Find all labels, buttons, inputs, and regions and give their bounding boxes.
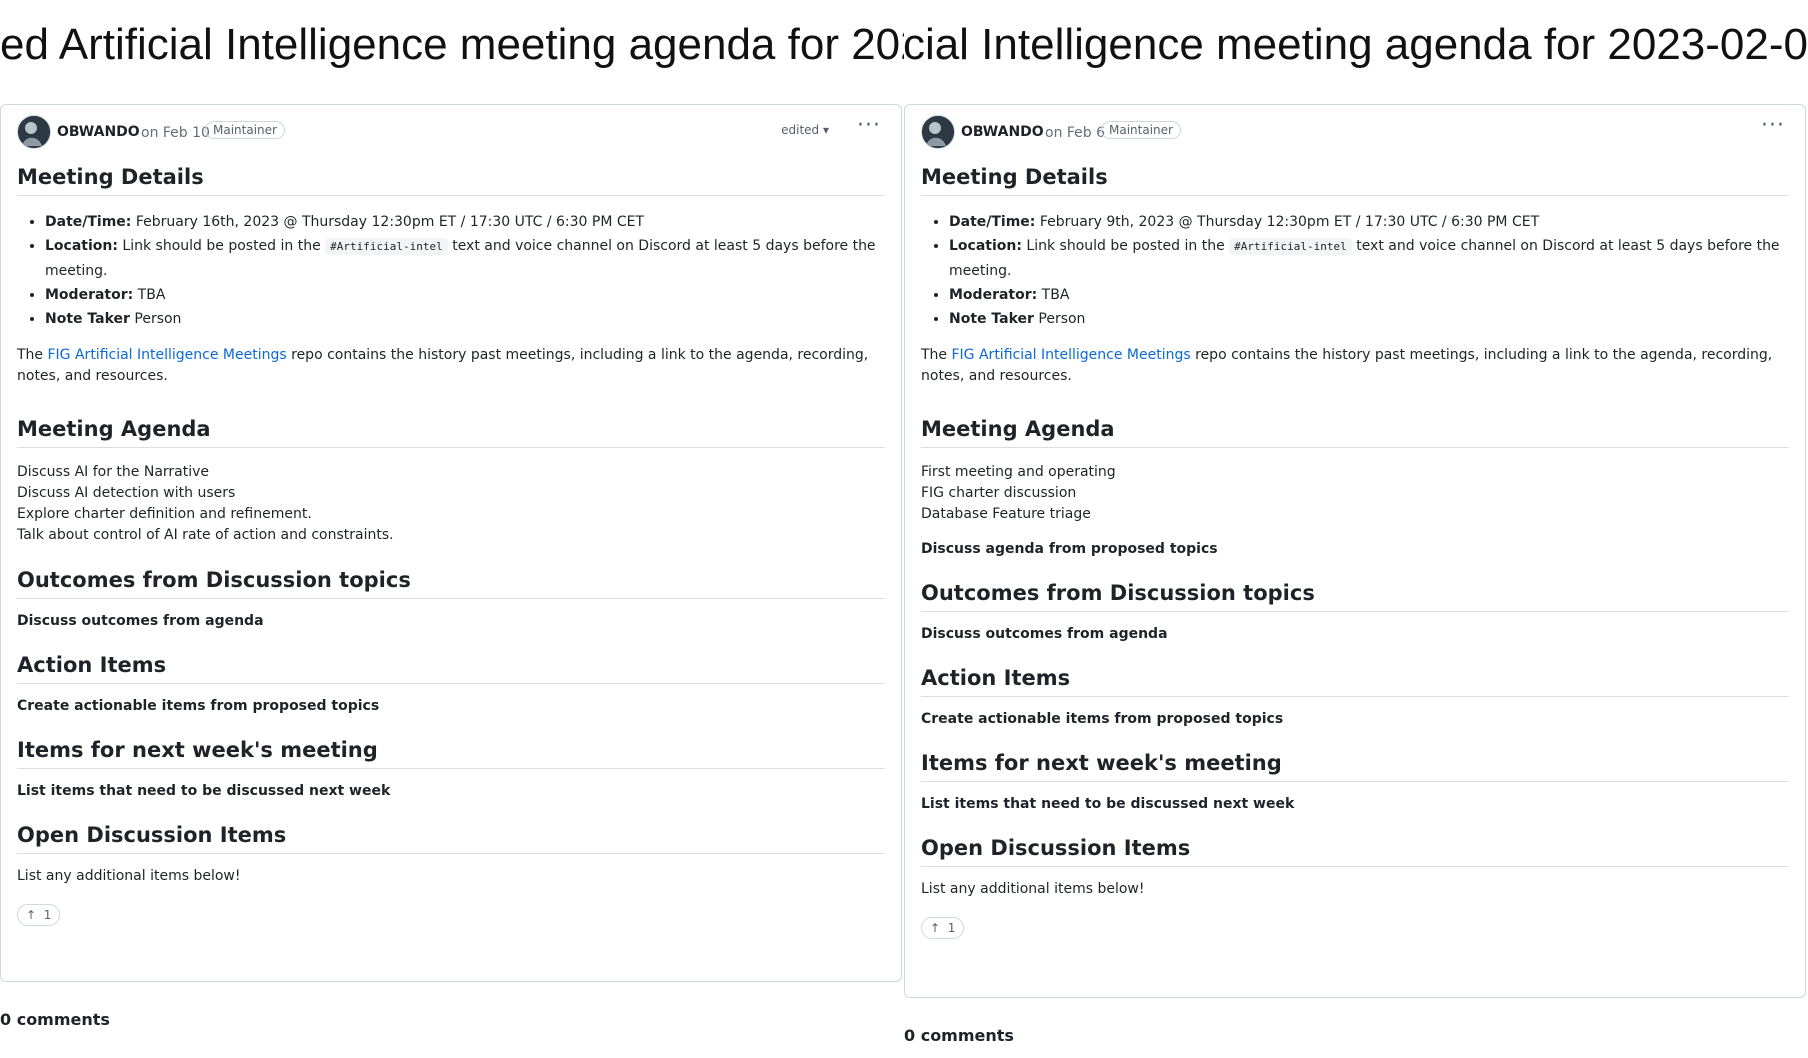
outcomes-text: Discuss outcomes from agenda: [17, 613, 264, 629]
date-value: February 9th, 2023 @ Thursday 12:30pm ET…: [1035, 214, 1540, 230]
page-title: tificial Intelligence meeting agenda for…: [904, 20, 1808, 69]
list-item: Note Taker Person: [949, 307, 1789, 331]
action-items-text: Create actionable items from proposed to…: [921, 711, 1284, 727]
repo-text: The: [921, 347, 952, 363]
action-items-text: Create actionable items from proposed to…: [17, 698, 380, 714]
location-label: Location:: [45, 238, 118, 254]
open-discussion-text: List any additional items below!: [17, 868, 241, 884]
moderator-value: TBA: [1037, 287, 1070, 303]
list-item: Location: Link should be posted in the #…: [949, 234, 1789, 283]
list-item: Date/Time: February 9th, 2023 @ Thursday…: [949, 210, 1789, 234]
comments-count: 0 comments: [904, 1026, 1014, 1045]
agenda-lines: First meeting and operating FIG charter …: [921, 462, 1789, 525]
discussion-post: OBWANDO on Feb 10 Maintainer edited ▾ ··…: [0, 104, 902, 982]
action-items-heading: Action Items: [17, 653, 885, 684]
comments-count: 0 comments: [0, 1010, 110, 1029]
channel-code: #Artificial-intel: [325, 238, 448, 255]
repo-link[interactable]: FIG Artificial Intelligence Meetings: [48, 347, 287, 363]
note-taker-label: Note Taker: [949, 311, 1034, 327]
page-title: ed Artificial Intelligence meeting agend…: [0, 20, 904, 69]
edited-dropdown[interactable]: edited ▾: [781, 123, 829, 137]
agenda-lines: Discuss AI for the Narrative Discuss AI …: [17, 462, 885, 546]
post-header: OBWANDO on Feb 10 Maintainer edited ▾ ··…: [17, 113, 885, 149]
more-options-icon[interactable]: ···: [1761, 113, 1785, 138]
upvote-count: 1: [43, 908, 52, 922]
outcomes-heading: Outcomes from Discussion topics: [921, 581, 1789, 612]
next-week-text: List items that need to be discussed nex…: [921, 796, 1295, 812]
arrow-up-icon: ↑: [26, 908, 37, 922]
avatar[interactable]: [921, 115, 955, 149]
meeting-agenda-heading: Meeting Agenda: [17, 417, 885, 448]
maintainer-badge: Maintainer: [205, 121, 285, 139]
more-options-icon[interactable]: ···: [857, 113, 881, 138]
agenda-line: FIG charter discussion: [921, 485, 1077, 501]
open-discussion-heading: Open Discussion Items: [921, 836, 1789, 867]
date-label: Date/Time:: [949, 214, 1036, 230]
post-header: OBWANDO on Feb 6 Maintainer ···: [921, 113, 1789, 149]
date-label: Date/Time:: [45, 214, 132, 230]
post-date[interactable]: on Feb 10: [141, 125, 210, 141]
upvote-button[interactable]: ↑ 1: [921, 917, 965, 939]
location-text: Link should be posted in the: [117, 238, 326, 254]
note-taker-value: Person: [1033, 311, 1086, 327]
moderator-value: TBA: [133, 287, 166, 303]
next-week-heading: Items for next week's meeting: [17, 738, 885, 769]
action-items-heading: Action Items: [921, 666, 1789, 697]
meeting-details-list: Date/Time: February 9th, 2023 @ Thursday…: [921, 210, 1789, 331]
avatar[interactable]: [17, 115, 51, 149]
post-date[interactable]: on Feb 6: [1045, 125, 1105, 141]
meeting-details-list: Date/Time: February 16th, 2023 @ Thursda…: [17, 210, 885, 331]
note-taker-label: Note Taker: [45, 311, 130, 327]
list-item: Date/Time: February 16th, 2023 @ Thursda…: [45, 210, 885, 234]
agenda-proposed-text: Discuss agenda from proposed topics: [921, 541, 1218, 557]
next-week-heading: Items for next week's meeting: [921, 751, 1789, 782]
date-value: February 16th, 2023 @ Thursday 12:30pm E…: [131, 214, 645, 230]
agenda-line: First meeting and operating: [921, 464, 1116, 480]
list-item: Location: Link should be posted in the #…: [45, 234, 885, 283]
list-item: Moderator: TBA: [45, 283, 885, 307]
location-label: Location:: [949, 238, 1022, 254]
open-discussion-text: List any additional items below!: [921, 881, 1145, 897]
next-week-text: List items that need to be discussed nex…: [17, 783, 391, 799]
upvote-count: 1: [947, 921, 956, 935]
author-link[interactable]: OBWANDO: [57, 124, 140, 140]
agenda-line: Discuss AI for the Narrative: [17, 464, 210, 480]
meeting-details-heading: Meeting Details: [921, 165, 1789, 196]
list-item: Note Taker Person: [45, 307, 885, 331]
discussion-post: OBWANDO on Feb 6 Maintainer ··· Meeting …: [904, 104, 1806, 998]
agenda-line: Explore charter definition and refinemen…: [17, 506, 312, 522]
discussion-panel-left: ed Artificial Intelligence meeting agend…: [0, 0, 904, 1058]
location-text: Link should be posted in the: [1021, 238, 1230, 254]
repo-paragraph: The FIG Artificial Intelligence Meetings…: [17, 345, 885, 387]
outcomes-heading: Outcomes from Discussion topics: [17, 568, 885, 599]
open-discussion-heading: Open Discussion Items: [17, 823, 885, 854]
maintainer-badge: Maintainer: [1101, 121, 1181, 139]
moderator-label: Moderator:: [949, 287, 1038, 303]
agenda-line: Database Feature triage: [921, 506, 1091, 522]
note-taker-value: Person: [129, 311, 182, 327]
agenda-line: Discuss AI detection with users: [17, 485, 236, 501]
post-body: Meeting Details Date/Time: February 16th…: [17, 165, 885, 926]
post-body: Meeting Details Date/Time: February 9th,…: [921, 165, 1789, 939]
channel-code: #Artificial-intel: [1229, 238, 1352, 255]
list-item: Moderator: TBA: [949, 283, 1789, 307]
outcomes-text: Discuss outcomes from agenda: [921, 626, 1168, 642]
moderator-label: Moderator:: [45, 287, 134, 303]
author-link[interactable]: OBWANDO: [961, 124, 1044, 140]
upvote-button[interactable]: ↑ 1: [17, 904, 61, 926]
agenda-line: Talk about control of AI rate of action …: [17, 527, 394, 543]
repo-link[interactable]: FIG Artificial Intelligence Meetings: [952, 347, 1191, 363]
repo-text: The: [17, 347, 48, 363]
repo-paragraph: The FIG Artificial Intelligence Meetings…: [921, 345, 1789, 387]
arrow-up-icon: ↑: [930, 921, 941, 935]
meeting-details-heading: Meeting Details: [17, 165, 885, 196]
discussion-panel-right: tificial Intelligence meeting agenda for…: [904, 0, 1808, 1058]
meeting-agenda-heading: Meeting Agenda: [921, 417, 1789, 448]
